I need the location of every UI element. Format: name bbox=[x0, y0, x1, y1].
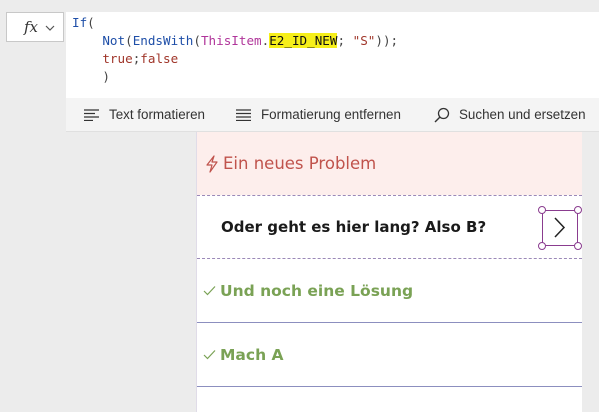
find-replace-label: Suchen und ersetzen bbox=[459, 107, 586, 122]
solution-label: Mach A bbox=[220, 345, 284, 364]
check-icon bbox=[203, 350, 216, 360]
formula-line-2: Not(EndsWith(ThisItem.E2_ID_NEW; "S")); bbox=[102, 33, 399, 48]
solution-label: Und noch eine Lösung bbox=[220, 281, 414, 300]
fx-label: fx bbox=[24, 18, 39, 36]
next-arrow-control[interactable] bbox=[538, 206, 582, 250]
formula-line-1: If( bbox=[72, 15, 95, 30]
gallery-row-solution[interactable]: Mach A bbox=[197, 323, 582, 387]
formula-editor[interactable]: If( Not(EndsWith(ThisItem.E2_ID_NEW; "S"… bbox=[66, 12, 599, 98]
format-text-button[interactable]: Text formatieren bbox=[84, 98, 205, 131]
gallery-row-solution[interactable]: Und noch eine Lösung bbox=[197, 259, 582, 323]
app-canvas: Ein neues Problem Oder geht es hier lang… bbox=[196, 132, 582, 412]
problem-label: Ein neues Problem bbox=[223, 154, 377, 173]
formula-line-4: ) bbox=[102, 69, 110, 84]
find-replace-button[interactable]: Suchen und ersetzen bbox=[434, 98, 586, 131]
resize-handle[interactable] bbox=[538, 242, 546, 250]
list-lines-icon bbox=[236, 108, 251, 121]
fx-property-dropdown[interactable]: fx bbox=[6, 12, 64, 42]
remove-formatting-label: Formatierung entfernen bbox=[261, 107, 401, 122]
check-icon bbox=[203, 286, 216, 296]
chevron-right-icon bbox=[554, 217, 566, 238]
highlighted-token: E2_ID_NEW bbox=[269, 33, 338, 48]
chevron-down-icon bbox=[45, 25, 55, 31]
resize-handle[interactable] bbox=[574, 242, 582, 250]
resize-handle[interactable] bbox=[538, 206, 546, 214]
resize-handle[interactable] bbox=[574, 206, 582, 214]
format-text-label: Text formatieren bbox=[109, 107, 206, 122]
formula-line-3: true;false bbox=[102, 51, 179, 66]
search-icon bbox=[434, 107, 450, 122]
formula-code[interactable]: If( Not(EndsWith(ThisItem.E2_ID_NEW; "S"… bbox=[72, 14, 398, 86]
question-label: Oder geht es hier lang? Also B? bbox=[221, 218, 487, 236]
formula-toolbar: Text formatieren Formatierung entfernen … bbox=[66, 98, 599, 132]
remove-formatting-button[interactable]: Formatierung entfernen bbox=[236, 98, 401, 131]
gallery-row-problem[interactable]: Ein neues Problem bbox=[197, 132, 582, 195]
format-lines-icon bbox=[84, 108, 99, 121]
lightning-icon bbox=[206, 154, 218, 173]
gallery-row-selected[interactable]: Oder geht es hier lang? Also B? bbox=[197, 195, 582, 259]
